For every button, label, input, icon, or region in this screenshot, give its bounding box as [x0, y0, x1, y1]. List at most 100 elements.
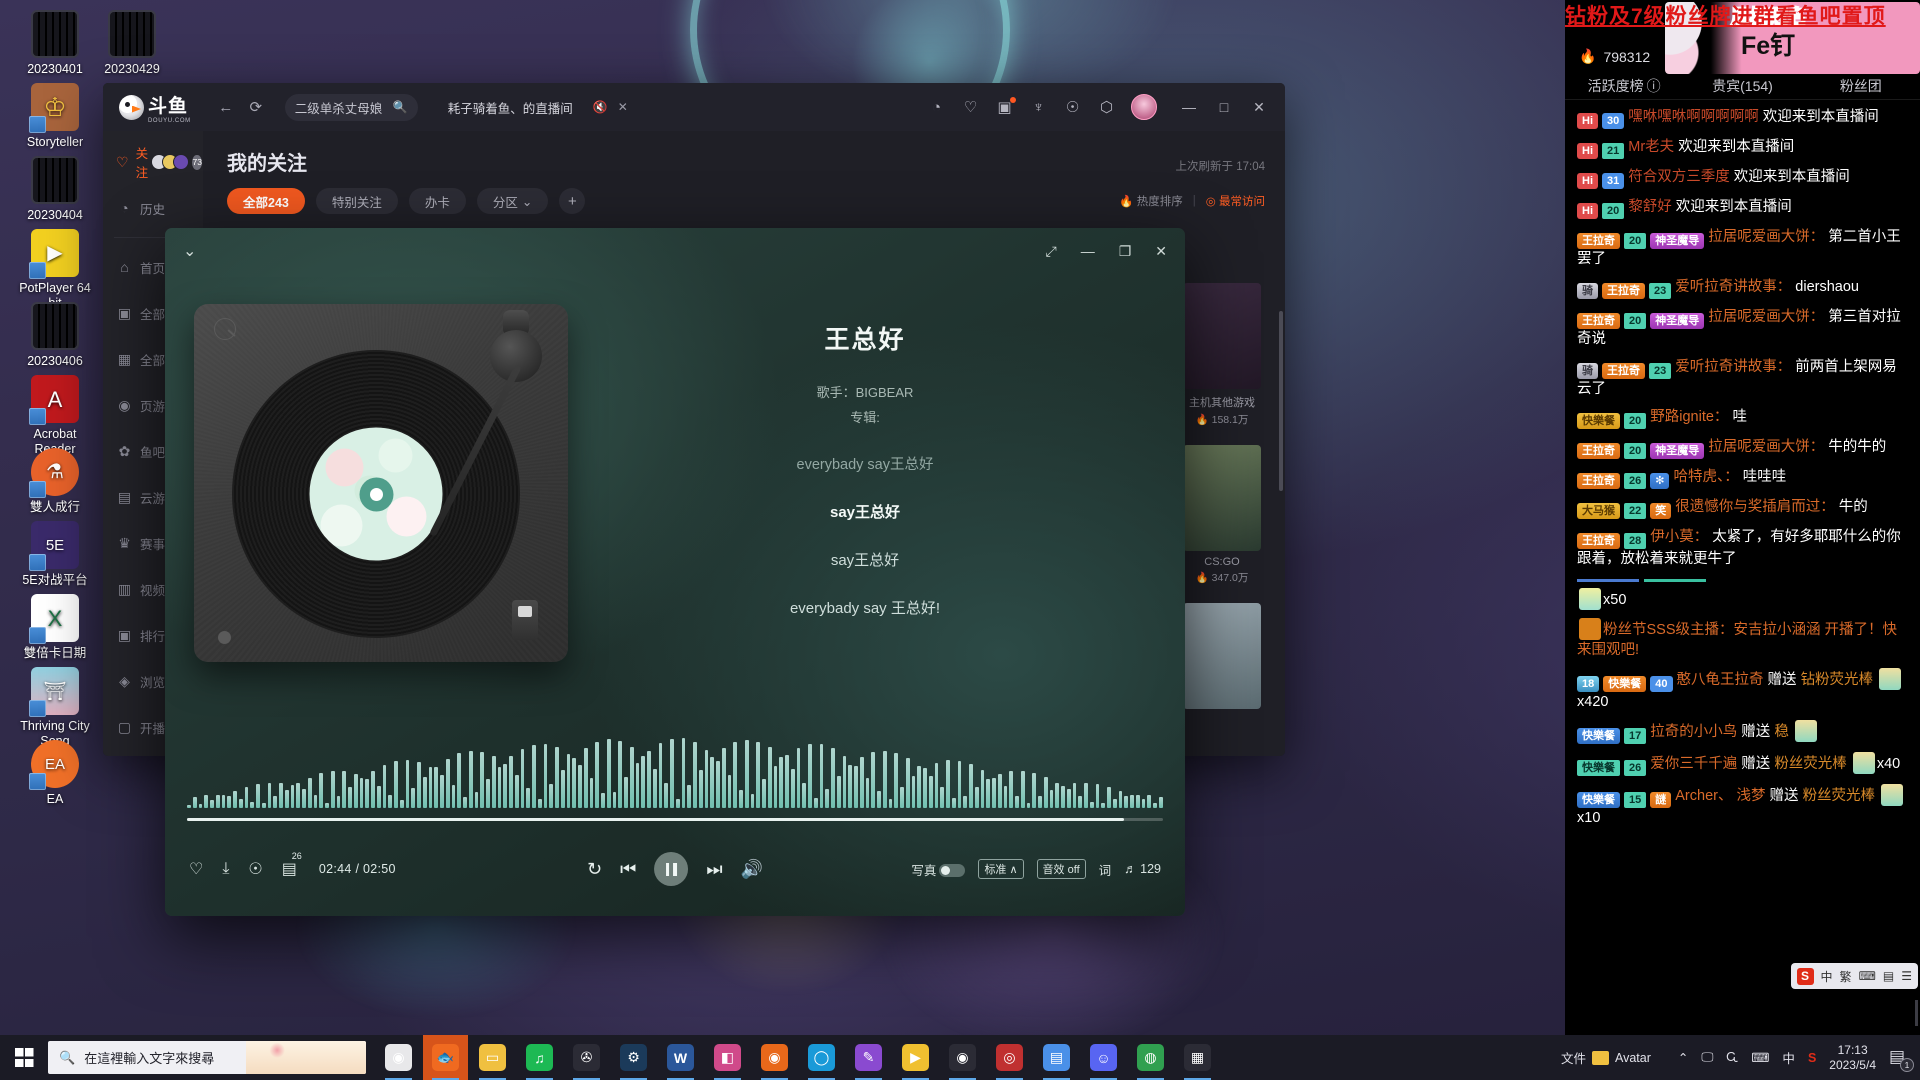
chevron-up-icon[interactable]: ⌃: [1678, 1050, 1688, 1065]
filter-chip-全部243[interactable]: 全部243: [227, 188, 305, 214]
taskbar-app-douyu[interactable]: 🐟: [423, 1035, 468, 1080]
taskbar-app-steam[interactable]: ⚙: [611, 1035, 656, 1080]
back-arrow-icon[interactable]: ←: [213, 94, 239, 120]
gift-sender[interactable]: 爱你三千千遍: [1650, 756, 1737, 772]
content-scrollbar[interactable]: [1279, 311, 1283, 491]
tshirt-icon[interactable]: ♆: [1029, 98, 1048, 117]
filter-chip-+[interactable]: +: [559, 188, 586, 214]
chat-username[interactable]: 拉居呢爱画大饼：: [1708, 229, 1824, 245]
taskbar-app-word[interactable]: W: [658, 1035, 703, 1080]
taskbar-app-potplayer[interactable]: ▶: [893, 1035, 938, 1080]
comment-icon[interactable]: ▤ 26: [282, 851, 302, 879]
audio-effects-button[interactable]: 音效 off: [1036, 859, 1086, 879]
desktop-icon-雙倍卡日期[interactable]: X 雙倍卡日期: [12, 594, 98, 661]
taskbar-app-notepad[interactable]: ▤: [1034, 1035, 1079, 1080]
desktop-icon-storyteller[interactable]: ♔ Storyteller: [12, 83, 98, 150]
notification-center-icon[interactable]: ▤ 1: [1889, 1047, 1914, 1072]
taskbar-app-terminal[interactable]: ▦: [1175, 1035, 1220, 1080]
desktop-icon-acrobat-reader[interactable]: AAcrobat Reader: [12, 375, 98, 457]
desktop-icon-雙人成行[interactable]: ⚗ 雙人成行: [12, 448, 98, 515]
volume-icon[interactable]: 🔊: [741, 859, 763, 880]
chat-username[interactable]: 黎舒好: [1628, 199, 1672, 215]
message-icon[interactable]: ☉: [1063, 98, 1082, 117]
chat-username[interactable]: 野路ignite：: [1650, 409, 1728, 425]
chat-tab-粉丝团[interactable]: 粉丝团: [1802, 76, 1920, 96]
taskbar-app-file-explorer[interactable]: ▭: [470, 1035, 515, 1080]
next-track-button[interactable]: ⏭: [706, 859, 722, 880]
taskbar-app-camera[interactable]: ◎: [987, 1035, 1032, 1080]
taskbar-app-csgo[interactable]: ✇: [564, 1035, 609, 1080]
chat-username[interactable]: 拉居呢爱画大饼：: [1708, 439, 1824, 455]
toggle-switch[interactable]: [939, 863, 966, 877]
desktop-icon-20230404[interactable]: 20230404: [12, 156, 98, 223]
sort-最常访问[interactable]: ◎ 最常访问: [1206, 193, 1265, 209]
minimize-button[interactable]: —: [1173, 92, 1205, 122]
chat-username[interactable]: 伊小莫：: [1650, 529, 1708, 545]
room-card[interactable]: [1183, 603, 1261, 709]
desktop-icon-20230406[interactable]: 20230406: [12, 302, 98, 369]
like-heart-icon[interactable]: ♡: [189, 859, 203, 879]
taskbar-app-paint[interactable]: ✎: [846, 1035, 891, 1080]
more-icon[interactable]: ☉: [248, 859, 262, 879]
chat-tab-贵宾(154)[interactable]: 贵宾(154): [1683, 76, 1801, 96]
filter-chip-办卡[interactable]: 办卡: [408, 188, 466, 214]
taskbar-app-discord[interactable]: ☺: [1081, 1035, 1126, 1080]
chat-username[interactable]: Mr老夫: [1628, 139, 1674, 155]
playlist-button[interactable]: ♬ 129: [1124, 862, 1161, 876]
ime-chinese-icon[interactable]: 中: [1782, 1048, 1795, 1067]
ime-mode[interactable]: 繁: [1840, 968, 1852, 985]
desktop-icon-ea[interactable]: EA EA: [12, 740, 98, 807]
chat-username[interactable]: 哈特虎、：: [1673, 469, 1738, 485]
taskbar-app-photos[interactable]: ◧: [705, 1035, 750, 1080]
windows-start-icon[interactable]: [0, 1035, 48, 1080]
desktop-icon-potplayer-64-bit[interactable]: ▶PotPlayer 64 bit: [12, 229, 98, 311]
taskbar-app-browser2[interactable]: ◍: [1128, 1035, 1173, 1080]
help-icon[interactable]: ⓘ: [1647, 76, 1661, 96]
ime-panel-icon[interactable]: ▤: [1883, 969, 1894, 983]
maximize-icon[interactable]: ❐: [1119, 243, 1132, 260]
gift-sender[interactable]: Archer、 浅梦: [1675, 788, 1765, 804]
repeat-icon[interactable]: ↻: [587, 859, 602, 880]
heart-icon[interactable]: ♡: [961, 98, 980, 117]
gift-sender[interactable]: 憨八龟王拉奇: [1677, 672, 1764, 688]
sogou-icon[interactable]: S: [1808, 1051, 1816, 1065]
monitor-icon[interactable]: 🖵: [1701, 1050, 1713, 1065]
previous-track-button[interactable]: ⏮: [620, 859, 636, 880]
search-input[interactable]: 🔍 在這裡輸入文字來搜尋: [48, 1041, 366, 1074]
ime-keyboard-icon[interactable]: ⌨: [1859, 969, 1876, 983]
chat-username[interactable]: 拉居呢爱画大饼：: [1708, 309, 1824, 325]
keyboard-icon[interactable]: ⌨: [1751, 1050, 1769, 1065]
pause-button[interactable]: [654, 852, 689, 886]
close-icon[interactable]: ✕: [1155, 243, 1167, 260]
history-icon[interactable]: ◔: [927, 98, 946, 117]
photo-mode-toggle[interactable]: 写真: [911, 860, 966, 879]
filter-chip-分区[interactable]: 分区 ⌄: [476, 188, 549, 214]
ime-more-icon[interactable]: ☰: [1901, 969, 1912, 983]
taskbar-app-firefox[interactable]: ◉: [752, 1035, 797, 1080]
maximize-button[interactable]: □: [1208, 92, 1240, 122]
filter-chip-特别关注[interactable]: 特别关注: [315, 188, 398, 214]
chat-username[interactable]: 爱听拉奇讲故事：: [1675, 279, 1791, 295]
refresh-icon[interactable]: ⟳: [243, 94, 269, 120]
chevron-down-icon[interactable]: ⌄: [183, 241, 196, 261]
chat-tab-活跃度榜[interactable]: 活跃度榜 ⓘ: [1565, 76, 1683, 96]
room-card[interactable]: 主机其他游戏 🔥 158.1万: [1183, 283, 1261, 427]
minimize-icon[interactable]: —: [1081, 243, 1095, 260]
chat-username[interactable]: 符合双方三季度: [1628, 169, 1730, 185]
desktop-icon-20230429[interactable]: 20230429: [89, 10, 175, 77]
calendar-check-icon[interactable]: ▣: [995, 96, 1016, 117]
taskbar-app-chrome[interactable]: ◉: [376, 1035, 421, 1080]
close-button[interactable]: ✕: [1243, 92, 1275, 122]
lyrics-toggle[interactable]: 词: [1099, 860, 1112, 879]
logitech-icon[interactable]: Ꮹ: [1726, 1050, 1738, 1065]
tray-file-item[interactable]: 文件 Avatar: [1561, 1048, 1651, 1067]
sort-热度排序[interactable]: 🔥 热度排序: [1119, 193, 1183, 209]
desktop-icon-20230401[interactable]: 20230401: [12, 10, 98, 77]
quality-selector[interactable]: 标准 ∧: [978, 859, 1024, 879]
taskbar-app-edge[interactable]: ◯: [799, 1035, 844, 1080]
expand-icon[interactable]: ⤢: [1046, 243, 1057, 260]
clock[interactable]: 17:13 2023/5/4: [1829, 1043, 1876, 1073]
taskbar-app-spotify[interactable]: ♫: [517, 1035, 562, 1080]
muted-speaker-icon[interactable]: 🔇: [593, 100, 608, 114]
chat-username[interactable]: 爱听拉奇讲故事：: [1675, 359, 1791, 375]
